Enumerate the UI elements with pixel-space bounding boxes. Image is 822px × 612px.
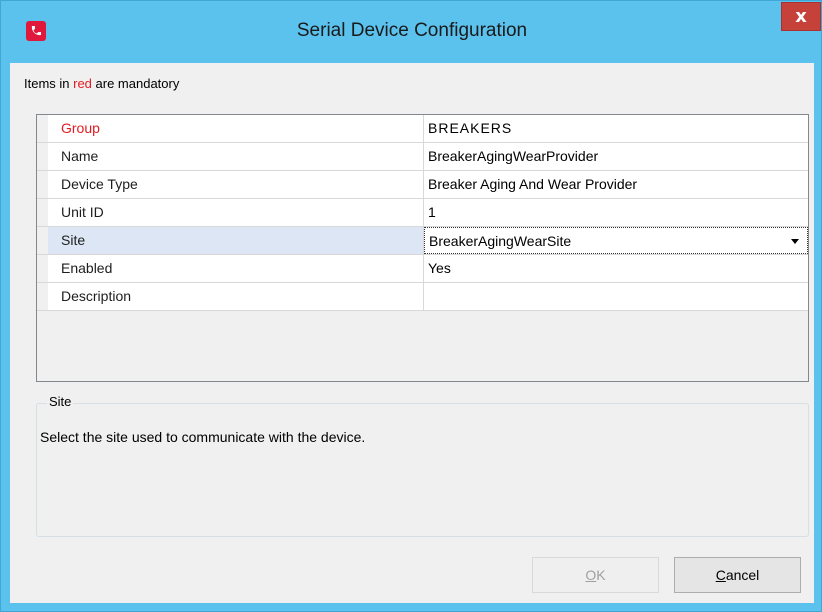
property-row-group[interactable]: Group BREAKERS — [37, 115, 808, 143]
property-row-unit-id[interactable]: Unit ID 1 — [37, 199, 808, 227]
property-value-enabled[interactable]: Yes — [424, 255, 808, 282]
ok-label-rest: K — [596, 567, 606, 583]
dialog-client-area: Items in red are mandatory Group BREAKER… — [10, 63, 814, 603]
property-grid[interactable]: Group BREAKERS Name BreakerAgingWearProv… — [36, 114, 809, 382]
mandatory-notice: Items in red are mandatory — [24, 76, 179, 91]
site-dropdown-value: BreakerAgingWearSite — [429, 233, 572, 249]
property-name-unit-id: Unit ID — [48, 199, 424, 226]
chevron-down-icon[interactable] — [791, 239, 799, 244]
cancel-label-rest: ancel — [725, 567, 760, 583]
mandatory-notice-suffix: are mandatory — [91, 76, 180, 91]
mandatory-notice-prefix: Items in — [24, 76, 74, 91]
site-dropdown[interactable]: BreakerAgingWearSite — [424, 227, 808, 254]
property-row-device-type[interactable]: Device Type Breaker Aging And Wear Provi… — [37, 171, 808, 199]
property-row-enabled[interactable]: Enabled Yes — [37, 255, 808, 283]
property-name-description: Description — [48, 283, 424, 310]
property-name-name: Name — [48, 143, 424, 170]
cancel-mnemonic: C — [715, 567, 726, 583]
property-name-device-type: Device Type — [48, 171, 424, 198]
property-value-name[interactable]: BreakerAgingWearProvider — [424, 143, 808, 170]
property-value-unit-id[interactable]: 1 — [424, 199, 808, 226]
property-value-description[interactable] — [424, 283, 808, 310]
help-panel — [36, 403, 809, 537]
row-gutter — [37, 283, 48, 310]
row-gutter — [37, 171, 48, 198]
property-value-device-type[interactable]: Breaker Aging And Wear Provider — [424, 171, 808, 198]
property-row-description[interactable]: Description — [37, 283, 808, 311]
ok-mnemonic: O — [585, 567, 597, 583]
property-name-enabled: Enabled — [48, 255, 424, 282]
window-title: Serial Device Configuration — [296, 20, 528, 41]
property-value-group[interactable]: BREAKERS — [424, 115, 808, 142]
property-row-name[interactable]: Name BreakerAgingWearProvider — [37, 143, 808, 171]
row-gutter — [37, 115, 48, 142]
mandatory-notice-highlight: red — [73, 76, 92, 91]
help-description: Select the site used to communicate with… — [40, 429, 366, 445]
property-row-site[interactable]: Site BreakerAgingWearSite — [37, 227, 808, 255]
row-gutter — [37, 143, 48, 170]
close-button[interactable]: x — [781, 2, 821, 31]
dialog-window: Serial Device Configuration x Items in r… — [0, 0, 822, 612]
cancel-button[interactable]: Cancel — [674, 557, 801, 593]
row-gutter — [37, 227, 48, 254]
row-gutter — [37, 199, 48, 226]
property-name-group: Group — [48, 115, 424, 142]
row-gutter — [37, 255, 48, 282]
ok-button[interactable]: OK — [532, 557, 659, 593]
help-title: Site — [47, 394, 74, 409]
title-bar[interactable]: Serial Device Configuration x — [1, 1, 822, 63]
property-name-site: Site — [48, 227, 424, 254]
